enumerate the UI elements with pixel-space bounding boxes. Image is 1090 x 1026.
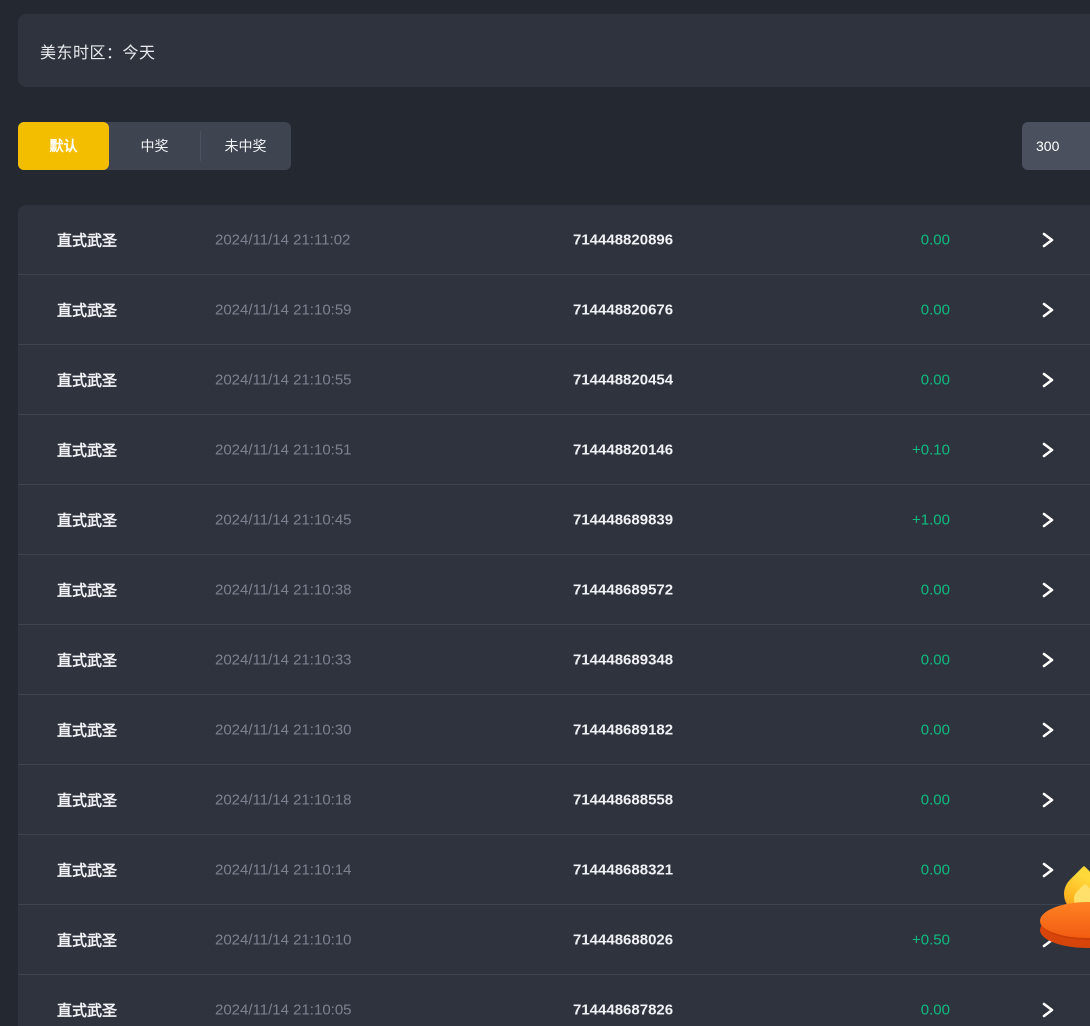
record-row[interactable]: 直式武圣 2024/11/14 21:10:30 714448689182 0.… — [18, 695, 1090, 765]
order-number: 714448689348 — [573, 651, 673, 668]
chevron-right-icon — [1041, 1002, 1055, 1018]
amount-value: 0.00 — [921, 651, 950, 668]
record-timestamp: 2024/11/14 21:10:33 — [215, 651, 352, 668]
record-row[interactable]: 直式武圣 2024/11/14 21:11:02 714448820896 0.… — [18, 205, 1090, 275]
tab-won[interactable]: 中奖 — [109, 122, 200, 170]
game-name: 直式武圣 — [57, 299, 117, 320]
record-timestamp: 2024/11/14 21:10:55 — [215, 371, 352, 388]
record-timestamp: 2024/11/14 21:10:51 — [215, 441, 352, 458]
tab-not-won[interactable]: 未中奖 — [200, 122, 291, 170]
amount-value: 0.00 — [921, 231, 950, 248]
chevron-right-icon — [1041, 582, 1055, 598]
order-number: 714448689182 — [573, 721, 673, 738]
order-number: 714448688026 — [573, 931, 673, 948]
tab-default[interactable]: 默认 — [18, 122, 109, 170]
record-row[interactable]: 直式武圣 2024/11/14 21:10:59 714448820676 0.… — [18, 275, 1090, 345]
chevron-right-icon — [1041, 792, 1055, 808]
amount-value: 0.00 — [921, 1001, 950, 1018]
amount-value: 0.00 — [921, 721, 950, 738]
order-number: 714448820896 — [573, 231, 673, 248]
order-number: 714448687826 — [573, 1001, 673, 1018]
record-timestamp: 2024/11/14 21:10:30 — [215, 721, 352, 738]
chevron-right-icon — [1041, 232, 1055, 248]
game-name: 直式武圣 — [57, 229, 117, 250]
record-timestamp: 2024/11/14 21:11:02 — [215, 231, 350, 248]
tab-not-won-label: 未中奖 — [225, 136, 267, 156]
order-number: 714448688321 — [573, 861, 673, 878]
game-name: 直式武圣 — [57, 579, 117, 600]
record-timestamp: 2024/11/14 21:10:59 — [215, 301, 352, 318]
amount-value: +0.50 — [912, 931, 950, 948]
flame-promo-icon[interactable] — [1040, 872, 1090, 950]
amount-value: 0.00 — [921, 301, 950, 318]
order-number: 714448689572 — [573, 581, 673, 598]
tab-won-label: 中奖 — [141, 136, 169, 156]
record-timestamp: 2024/11/14 21:10:10 — [215, 931, 352, 948]
record-row[interactable]: 直式武圣 2024/11/14 21:10:51 714448820146 +0… — [18, 415, 1090, 485]
record-row[interactable]: 直式武圣 2024/11/14 21:10:14 714448688321 0.… — [18, 835, 1090, 905]
amount-value: 0.00 — [921, 581, 950, 598]
timezone-bar: 美东时区：今天 — [18, 14, 1090, 87]
record-row[interactable]: 直式武圣 2024/11/14 21:10:05 714448687826 0.… — [18, 975, 1090, 1026]
amount-value: +1.00 — [912, 511, 950, 528]
count-value: 300 — [1036, 138, 1059, 154]
chevron-right-icon — [1041, 302, 1055, 318]
record-row[interactable]: 直式武圣 2024/11/14 21:10:45 714448689839 +1… — [18, 485, 1090, 555]
order-number: 714448820454 — [573, 371, 673, 388]
amount-value: 0.00 — [921, 791, 950, 808]
game-name: 直式武圣 — [57, 929, 117, 950]
game-name: 直式武圣 — [57, 789, 117, 810]
record-timestamp: 2024/11/14 21:10:18 — [215, 791, 352, 808]
chevron-right-icon — [1041, 372, 1055, 388]
record-timestamp: 2024/11/14 21:10:14 — [215, 861, 352, 878]
record-row[interactable]: 直式武圣 2024/11/14 21:10:55 714448820454 0.… — [18, 345, 1090, 415]
count-select[interactable]: 300 — [1022, 122, 1090, 170]
chevron-right-icon — [1041, 512, 1055, 528]
game-name: 直式武圣 — [57, 369, 117, 390]
game-name: 直式武圣 — [57, 649, 117, 670]
record-timestamp: 2024/11/14 21:10:38 — [215, 581, 352, 598]
chevron-right-icon — [1041, 652, 1055, 668]
chevron-right-icon — [1041, 722, 1055, 738]
tab-default-label: 默认 — [50, 136, 78, 156]
record-timestamp: 2024/11/14 21:10:05 — [215, 1001, 352, 1018]
record-list: 直式武圣 2024/11/14 21:11:02 714448820896 0.… — [18, 205, 1090, 1026]
game-name: 直式武圣 — [57, 719, 117, 740]
record-row[interactable]: 直式武圣 2024/11/14 21:10:38 714448689572 0.… — [18, 555, 1090, 625]
timezone-label: 美东时区：今天 — [40, 39, 156, 63]
record-row[interactable]: 直式武圣 2024/11/14 21:10:18 714448688558 0.… — [18, 765, 1090, 835]
order-number: 714448820146 — [573, 441, 673, 458]
amount-value: 0.00 — [921, 371, 950, 388]
game-name: 直式武圣 — [57, 999, 117, 1020]
record-row[interactable]: 直式武圣 2024/11/14 21:10:33 714448689348 0.… — [18, 625, 1090, 695]
game-name: 直式武圣 — [57, 509, 117, 530]
order-number: 714448688558 — [573, 791, 673, 808]
game-name: 直式武圣 — [57, 859, 117, 880]
record-row[interactable]: 直式武圣 2024/11/14 21:10:10 714448688026 +0… — [18, 905, 1090, 975]
filter-tab-group: 默认 中奖 未中奖 — [18, 122, 291, 170]
order-number: 714448689839 — [573, 511, 673, 528]
chevron-right-icon — [1041, 442, 1055, 458]
game-name: 直式武圣 — [57, 439, 117, 460]
order-number: 714448820676 — [573, 301, 673, 318]
amount-value: +0.10 — [912, 441, 950, 458]
amount-value: 0.00 — [921, 861, 950, 878]
record-timestamp: 2024/11/14 21:10:45 — [215, 511, 352, 528]
